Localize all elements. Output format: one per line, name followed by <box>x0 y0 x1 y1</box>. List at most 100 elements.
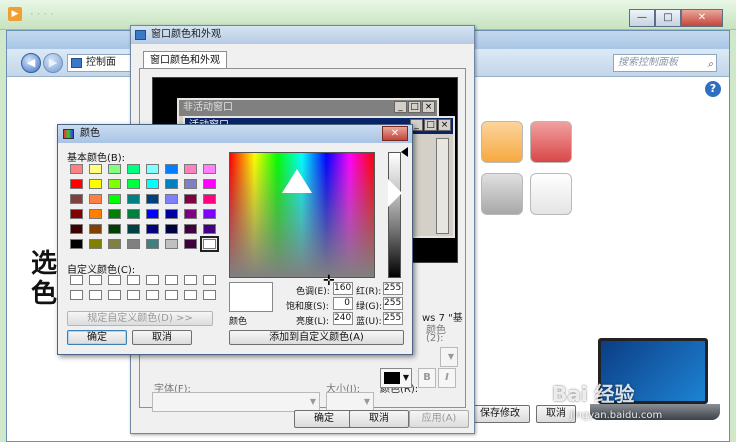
basic-color-swatch[interactable] <box>184 239 197 249</box>
basic-color-swatch[interactable] <box>108 224 121 234</box>
saturation-input[interactable]: 0 <box>333 297 353 310</box>
basic-color-swatch[interactable] <box>203 194 216 204</box>
basic-color-swatch[interactable] <box>184 164 197 174</box>
basic-color-swatch[interactable] <box>146 164 159 174</box>
basic-color-swatch[interactable] <box>127 209 140 219</box>
basic-color-swatch[interactable] <box>146 239 159 249</box>
custom-color-swatch[interactable] <box>203 275 216 285</box>
ok-button[interactable]: 确定 <box>294 410 354 428</box>
basic-color-swatch[interactable] <box>127 224 140 234</box>
custom-color-swatch[interactable] <box>203 290 216 300</box>
basic-color-swatch[interactable] <box>165 164 178 174</box>
basic-color-swatch[interactable] <box>184 194 197 204</box>
cancel-button[interactable]: 取消 <box>132 330 192 345</box>
color-swatch-white[interactable] <box>530 173 572 215</box>
close-button[interactable]: ✕ <box>681 9 723 27</box>
basic-color-swatch[interactable] <box>146 224 159 234</box>
basic-color-swatch[interactable] <box>70 239 83 249</box>
basic-color-swatch[interactable] <box>108 239 121 249</box>
basic-color-swatch[interactable] <box>127 164 140 174</box>
basic-color-swatch[interactable] <box>89 179 102 189</box>
basic-color-swatch[interactable] <box>89 164 102 174</box>
define-custom-colors-button[interactable]: 规定自定义颜色(D) >> <box>67 311 213 326</box>
basic-color-swatch[interactable] <box>70 224 83 234</box>
color-swatch-orange[interactable] <box>481 121 523 163</box>
custom-color-swatch[interactable] <box>70 290 83 300</box>
basic-color-swatch[interactable] <box>203 164 216 174</box>
basic-color-swatch[interactable] <box>184 179 197 189</box>
help-icon[interactable]: ? <box>705 81 721 97</box>
preview-scrollbar[interactable] <box>436 138 449 234</box>
basic-color-swatch[interactable] <box>203 209 216 219</box>
basic-color-swatch[interactable] <box>165 194 178 204</box>
basic-color-swatch[interactable] <box>89 194 102 204</box>
cancel-button[interactable]: 取消 <box>349 410 409 428</box>
custom-color-swatch[interactable] <box>108 290 121 300</box>
custom-color-swatch[interactable] <box>127 275 140 285</box>
basic-color-swatch[interactable] <box>146 194 159 204</box>
basic-color-swatch[interactable] <box>165 239 178 249</box>
basic-color-swatch[interactable] <box>89 209 102 219</box>
basic-color-swatch[interactable] <box>108 179 121 189</box>
luminance-slider[interactable] <box>388 152 401 278</box>
search-input[interactable]: 搜索控制面板 ⌕ <box>613 54 717 72</box>
green-input[interactable]: 255 <box>383 297 403 310</box>
luminance-input[interactable]: 240 <box>333 312 353 325</box>
basic-color-swatch[interactable] <box>70 164 83 174</box>
basic-color-swatch[interactable] <box>146 209 159 219</box>
tab-window-color[interactable]: 窗口颜色和外观 <box>143 51 227 69</box>
bold-button[interactable]: B <box>418 368 436 388</box>
basic-color-swatch[interactable] <box>203 224 216 234</box>
color-spectrum[interactable]: ✛ <box>229 152 375 289</box>
custom-color-swatch[interactable] <box>108 275 121 285</box>
basic-color-swatch[interactable] <box>165 209 178 219</box>
color-swatch-red[interactable] <box>530 121 572 163</box>
basic-color-swatch[interactable] <box>165 224 178 234</box>
close-button[interactable]: ✕ <box>382 126 408 141</box>
basic-color-swatch[interactable] <box>165 179 178 189</box>
basic-color-swatch[interactable] <box>70 179 83 189</box>
save-changes-button[interactable]: 保存修改 <box>470 405 530 423</box>
basic-color-swatch[interactable] <box>108 194 121 204</box>
apply-button[interactable]: 应用(A) <box>409 410 469 428</box>
luminance-arrow-icon[interactable] <box>401 147 408 157</box>
basic-color-swatch[interactable] <box>127 194 140 204</box>
red-input[interactable]: 255 <box>383 282 403 295</box>
basic-color-swatch[interactable] <box>108 209 121 219</box>
custom-color-swatch[interactable] <box>89 290 102 300</box>
font-color-picker[interactable]: ▼ <box>380 368 412 388</box>
basic-color-swatch[interactable] <box>89 239 102 249</box>
custom-color-swatch[interactable] <box>146 275 159 285</box>
custom-color-swatch[interactable] <box>89 275 102 285</box>
basic-color-swatch[interactable] <box>127 239 140 249</box>
basic-color-swatch[interactable] <box>70 209 83 219</box>
basic-color-swatch[interactable] <box>127 179 140 189</box>
basic-color-swatch[interactable] <box>184 224 197 234</box>
address-bar[interactable]: 控制面 <box>67 54 137 72</box>
blue-input[interactable]: 255 <box>383 312 403 325</box>
basic-color-swatch[interactable] <box>108 164 121 174</box>
back-button[interactable]: ◀ <box>21 53 41 73</box>
hue-input[interactable]: 160 <box>333 282 353 295</box>
color1-combo[interactable]: ▼ <box>440 347 458 367</box>
custom-color-swatch[interactable] <box>184 290 197 300</box>
minimize-button[interactable]: — <box>629 9 655 27</box>
color-swatch-gray[interactable] <box>481 173 523 215</box>
custom-color-swatch[interactable] <box>165 275 178 285</box>
basic-color-swatch[interactable] <box>200 236 219 252</box>
size-combo[interactable]: ▼ <box>326 392 374 412</box>
custom-color-swatch[interactable] <box>70 275 83 285</box>
forward-button[interactable]: ▶ <box>43 53 63 73</box>
basic-color-swatch[interactable] <box>70 194 83 204</box>
font-combo[interactable]: ▼ <box>152 392 320 412</box>
custom-color-swatch[interactable] <box>184 275 197 285</box>
basic-color-swatch[interactable] <box>89 224 102 234</box>
custom-color-swatch[interactable] <box>165 290 178 300</box>
italic-button[interactable]: I <box>438 368 456 388</box>
ok-button[interactable]: 确定 <box>67 330 127 345</box>
add-to-custom-colors-button[interactable]: 添加到自定义颜色(A) <box>229 330 404 345</box>
basic-color-swatch[interactable] <box>146 179 159 189</box>
maximize-button[interactable]: □ <box>655 9 681 27</box>
basic-color-swatch[interactable] <box>184 209 197 219</box>
basic-color-swatch[interactable] <box>203 179 216 189</box>
